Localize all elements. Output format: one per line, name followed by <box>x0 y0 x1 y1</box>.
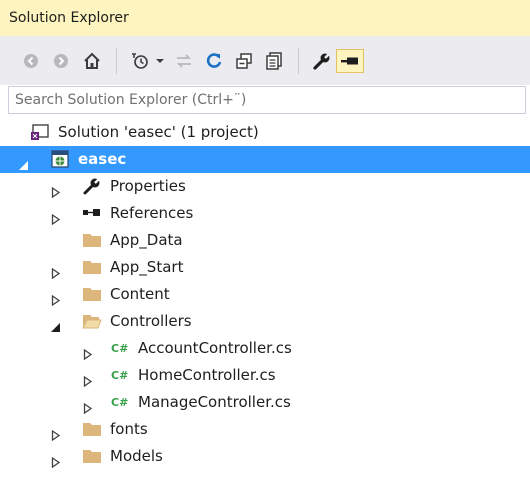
tree-row-project[interactable]: easec <box>0 146 530 173</box>
tree-row-app-data[interactable]: App_Data <box>0 227 530 254</box>
tree-label: ManageController.cs <box>138 393 291 411</box>
collapsed-arrow-icon[interactable] <box>83 397 93 415</box>
properties-wrench-icon[interactable] <box>310 49 334 73</box>
pending-changes-filter-icon[interactable] <box>128 49 152 73</box>
collapsed-arrow-icon[interactable] <box>83 343 93 361</box>
collapsed-arrow-icon[interactable] <box>51 262 61 280</box>
tree-label: App_Start <box>110 258 184 276</box>
expanded-arrow-icon[interactable] <box>51 316 61 332</box>
collapsed-arrow-icon[interactable] <box>51 451 61 469</box>
home-icon[interactable] <box>80 49 104 73</box>
collapsed-arrow-icon[interactable] <box>51 208 61 226</box>
solution-icon <box>30 123 50 141</box>
tree-label: Content <box>110 285 170 303</box>
collapse-all-icon[interactable] <box>232 49 256 73</box>
tree-row-controllers[interactable]: Controllers <box>0 308 530 335</box>
tree-label: Controllers <box>110 312 192 330</box>
dropdown-arrow-icon[interactable] <box>154 49 166 73</box>
wrench-icon <box>82 177 102 195</box>
tree-label: easec <box>78 150 127 168</box>
folder-icon <box>82 258 102 276</box>
tree-row-fonts[interactable]: fonts <box>0 416 530 443</box>
collapsed-arrow-icon[interactable] <box>51 181 61 199</box>
tree-row-models[interactable]: Models <box>0 443 530 470</box>
refresh-icon[interactable] <box>202 49 226 73</box>
toolbar <box>0 36 530 85</box>
tree-row-content[interactable]: Content <box>0 281 530 308</box>
tree-row-manage-controller[interactable]: C# ManageController.cs <box>0 389 530 416</box>
panel-title: Solution Explorer <box>0 0 530 36</box>
tree-label: References <box>110 204 194 222</box>
tree-label: App_Data <box>110 231 183 249</box>
forward-icon[interactable] <box>50 49 72 73</box>
folder-icon <box>82 447 102 465</box>
tree-row-account-controller[interactable]: C# AccountController.cs <box>0 335 530 362</box>
collapsed-arrow-icon[interactable] <box>83 370 93 388</box>
references-icon <box>82 204 102 222</box>
tree-label: Solution 'easec' (1 project) <box>58 123 259 141</box>
pin-icon[interactable] <box>336 49 364 73</box>
toolbar-separator <box>116 48 117 74</box>
show-all-files-icon[interactable] <box>262 49 286 73</box>
folder-open-icon <box>82 312 102 330</box>
back-icon[interactable] <box>20 49 42 73</box>
toolbar-separator <box>298 48 299 74</box>
tree-label: HomeController.cs <box>138 366 276 384</box>
csharp-file-icon: C# <box>111 342 129 355</box>
tree-row-references[interactable]: References <box>0 200 530 227</box>
folder-icon <box>82 285 102 303</box>
tree-row-app-start[interactable]: App_Start <box>0 254 530 281</box>
web-project-icon <box>50 150 70 168</box>
tree-row-properties[interactable]: Properties <box>0 173 530 200</box>
tree-row-home-controller[interactable]: C# HomeController.cs <box>0 362 530 389</box>
sync-with-active-document-icon[interactable] <box>172 49 196 73</box>
folder-icon <box>82 420 102 438</box>
collapsed-arrow-icon[interactable] <box>51 424 61 442</box>
folder-icon <box>82 231 102 249</box>
tree-label: AccountController.cs <box>138 339 292 357</box>
tree-label: fonts <box>110 420 148 438</box>
expanded-arrow-icon[interactable] <box>19 154 29 170</box>
tree-label: Properties <box>110 177 186 195</box>
tree-label: Models <box>110 447 163 465</box>
collapsed-arrow-icon[interactable] <box>51 289 61 307</box>
search-input[interactable]: Search Solution Explorer (Ctrl+¨) <box>8 86 526 114</box>
csharp-file-icon: C# <box>111 369 129 382</box>
tree-row-solution[interactable]: Solution 'easec' (1 project) <box>0 119 530 146</box>
csharp-file-icon: C# <box>111 396 129 409</box>
